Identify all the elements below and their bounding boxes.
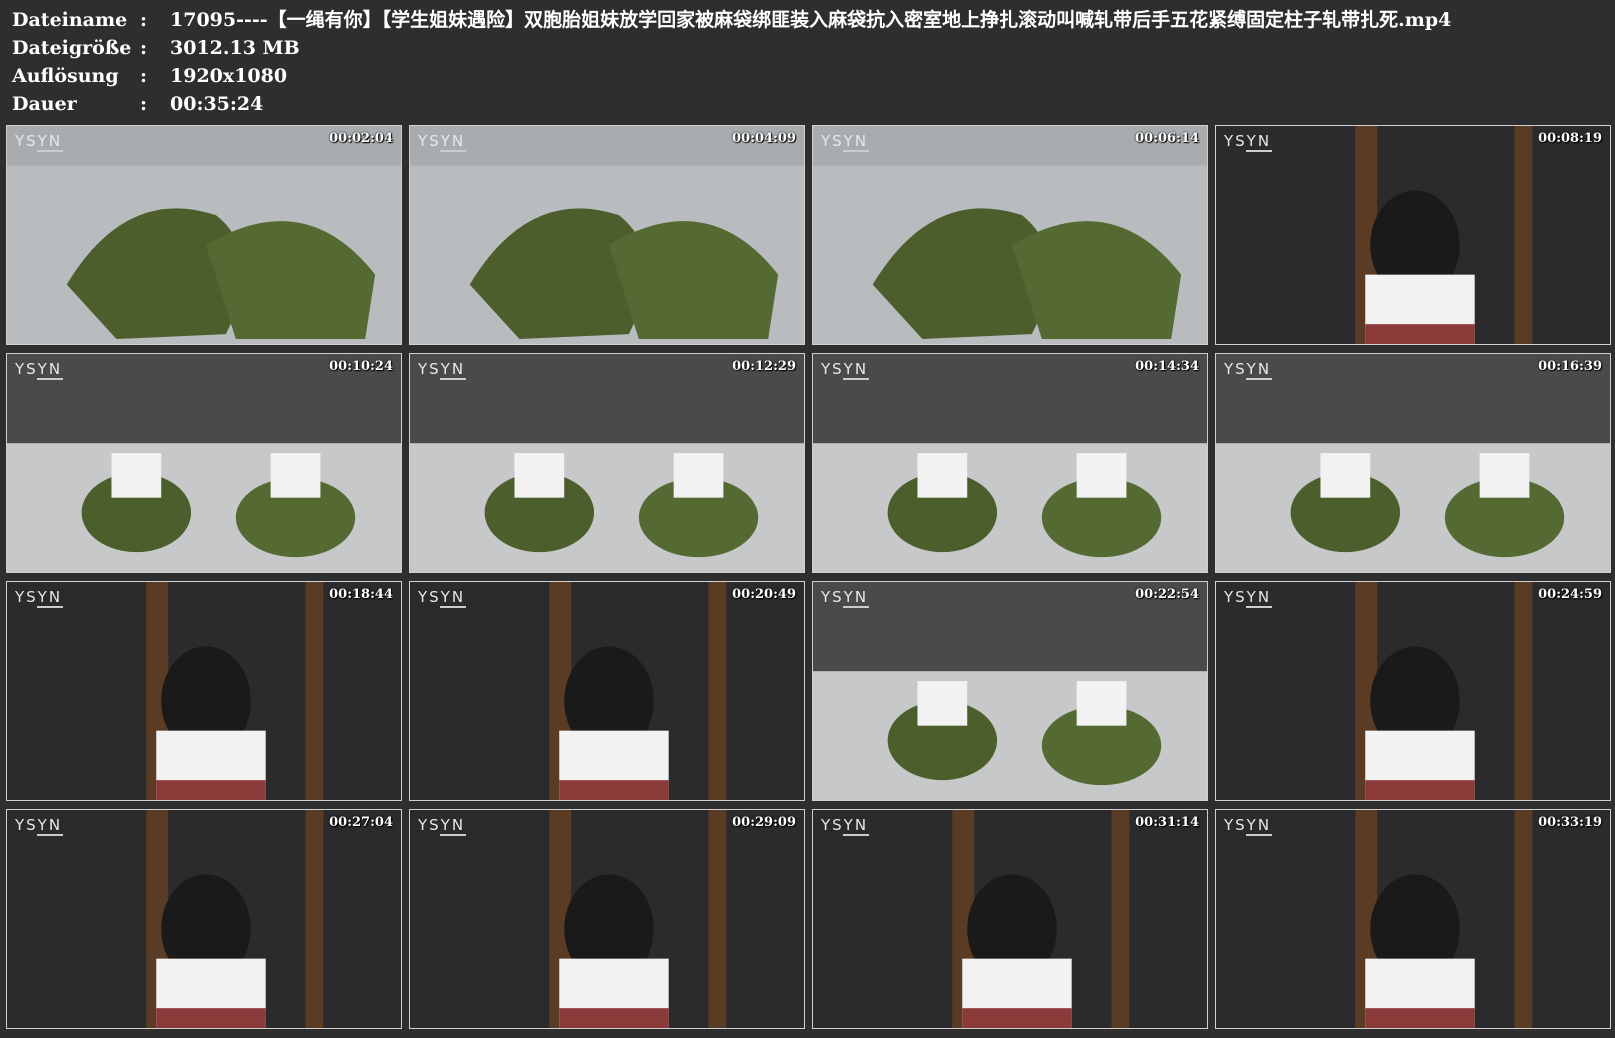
thumbnail-image: [7, 810, 401, 1028]
thumbnail-timestamp: 00:08:19: [1538, 131, 1602, 146]
video-thumbnail: YSYN 00:10:24: [6, 353, 402, 573]
thumbnail-image: [1216, 126, 1610, 344]
thumbnail-timestamp: 00:22:54: [1135, 587, 1199, 602]
ysyn-logo-icon: YSYN: [15, 132, 63, 150]
video-thumbnail: YSYN 00:02:04: [6, 125, 402, 345]
video-thumbnail: YSYN 00:08:19: [1215, 125, 1611, 345]
separator: :: [140, 9, 148, 31]
logo-underline: [37, 150, 63, 152]
duration-row: Dauer : 00:35:24: [12, 90, 1451, 118]
ysyn-logo-icon: YSYN: [1224, 132, 1272, 150]
thumbnail-image: [813, 810, 1207, 1028]
video-thumbnail: YSYN 00:04:09: [409, 125, 805, 345]
ysyn-logo-icon: YSYN: [821, 360, 869, 378]
duration-value: 00:35:24: [170, 93, 264, 115]
ysyn-logo-icon: YSYN: [418, 360, 466, 378]
thumbnail-timestamp: 00:18:44: [329, 587, 393, 602]
thumbnail-image: [813, 582, 1207, 800]
thumbnail-image: [1216, 810, 1610, 1028]
separator: :: [140, 37, 148, 59]
size-value: 3012.13 MB: [170, 37, 300, 59]
thumbnail-timestamp: 00:29:09: [732, 815, 796, 830]
ysyn-logo-icon: YSYN: [821, 816, 869, 834]
video-thumbnail: YSYN 00:06:14: [812, 125, 1208, 345]
thumbnail-timestamp: 00:27:04: [329, 815, 393, 830]
logo-underline: [37, 834, 63, 836]
video-thumbnail: YSYN 00:31:14: [812, 809, 1208, 1029]
thumbnail-timestamp: 00:24:59: [1538, 587, 1602, 602]
thumbnail-image: [7, 126, 401, 344]
ysyn-logo-icon: YSYN: [15, 360, 63, 378]
ysyn-logo-icon: YSYN: [1224, 360, 1272, 378]
file-info-panel: Dateiname : 17095----【一绳有你】【学生姐妹遇险】双胞胎姐妹…: [12, 6, 1451, 118]
logo-underline: [1246, 834, 1272, 836]
thumbnail-image: [7, 582, 401, 800]
logo-underline: [37, 378, 63, 380]
logo-underline: [440, 378, 466, 380]
resolution-row: Auflösung : 1920x1080: [12, 62, 1451, 90]
ysyn-logo-icon: YSYN: [15, 588, 63, 606]
logo-underline: [440, 834, 466, 836]
ysyn-logo-icon: YSYN: [15, 816, 63, 834]
logo-underline: [440, 150, 466, 152]
logo-underline: [1246, 150, 1272, 152]
thumbnail-image: [813, 126, 1207, 344]
video-thumbnail: YSYN 00:18:44: [6, 581, 402, 801]
logo-underline: [843, 378, 869, 380]
thumbnail-image: [410, 582, 804, 800]
thumbnail-timestamp: 00:04:09: [732, 131, 796, 146]
logo-underline: [843, 834, 869, 836]
resolution-value: 1920x1080: [170, 65, 288, 87]
thumbnail-image: [410, 810, 804, 1028]
video-thumbnail: YSYN 00:12:29: [409, 353, 805, 573]
logo-underline: [843, 606, 869, 608]
filename-row: Dateiname : 17095----【一绳有你】【学生姐妹遇险】双胞胎姐妹…: [12, 6, 1451, 34]
thumbnail-grid: YSYN 00:02:04 YSYN 00:04:09 YSYN 00:06:14 YSYN…: [6, 125, 1611, 1029]
logo-underline: [1246, 606, 1272, 608]
size-label: Dateigröße: [12, 37, 132, 59]
thumbnail-timestamp: 00:02:04: [329, 131, 393, 146]
thumbnail-timestamp: 00:12:29: [732, 359, 796, 374]
ysyn-logo-icon: YSYN: [418, 816, 466, 834]
filename-value: 17095----【一绳有你】【学生姐妹遇险】双胞胎姐妹放学回家被麻袋绑匪装入麻…: [170, 9, 1452, 31]
thumbnail-image: [1216, 582, 1610, 800]
separator: :: [140, 65, 148, 87]
filename-label: Dateiname: [12, 9, 128, 31]
logo-underline: [37, 606, 63, 608]
thumbnail-image: [813, 354, 1207, 572]
logo-underline: [843, 150, 869, 152]
duration-label: Dauer: [12, 93, 77, 115]
ysyn-logo-icon: YSYN: [821, 588, 869, 606]
video-thumbnail: YSYN 00:27:04: [6, 809, 402, 1029]
thumbnail-image: [410, 126, 804, 344]
size-row: Dateigröße : 3012.13 MB: [12, 34, 1451, 62]
thumbnail-timestamp: 00:20:49: [732, 587, 796, 602]
thumbnail-timestamp: 00:06:14: [1135, 131, 1199, 146]
logo-underline: [1246, 378, 1272, 380]
video-thumbnail: YSYN 00:22:54: [812, 581, 1208, 801]
ysyn-logo-icon: YSYN: [418, 588, 466, 606]
video-thumbnail: YSYN 00:16:39: [1215, 353, 1611, 573]
ysyn-logo-icon: YSYN: [821, 132, 869, 150]
logo-underline: [440, 606, 466, 608]
video-thumbnail: YSYN 00:33:19: [1215, 809, 1611, 1029]
resolution-label: Auflösung: [12, 65, 119, 87]
separator: :: [140, 93, 148, 115]
video-thumbnail: YSYN 00:14:34: [812, 353, 1208, 573]
thumbnail-timestamp: 00:14:34: [1135, 359, 1199, 374]
ysyn-logo-icon: YSYN: [1224, 588, 1272, 606]
video-thumbnail: YSYN 00:20:49: [409, 581, 805, 801]
ysyn-logo-icon: YSYN: [1224, 816, 1272, 834]
video-thumbnail: YSYN 00:29:09: [409, 809, 805, 1029]
ysyn-logo-icon: YSYN: [418, 132, 466, 150]
thumbnail-timestamp: 00:31:14: [1135, 815, 1199, 830]
thumbnail-timestamp: 00:10:24: [329, 359, 393, 374]
video-thumbnail: YSYN 00:24:59: [1215, 581, 1611, 801]
thumbnail-image: [1216, 354, 1610, 572]
thumbnail-timestamp: 00:33:19: [1538, 815, 1602, 830]
thumbnail-timestamp: 00:16:39: [1538, 359, 1602, 374]
thumbnail-image: [7, 354, 401, 572]
thumbnail-image: [410, 354, 804, 572]
